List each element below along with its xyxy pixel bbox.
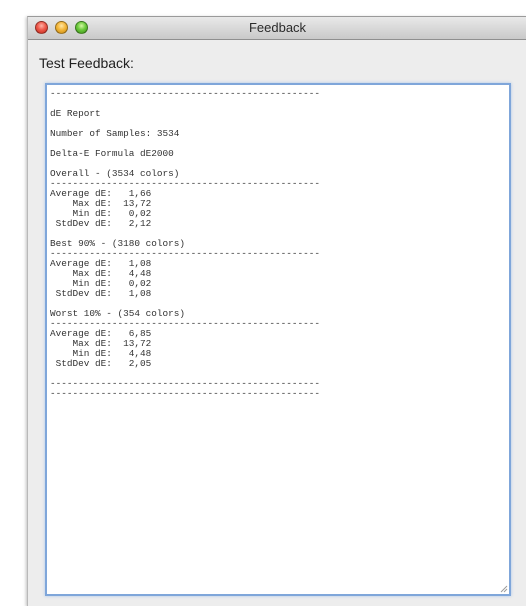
resize-grip-icon[interactable] (498, 583, 508, 593)
window-title: Feedback (248, 20, 307, 35)
report-text[interactable]: ----------------------------------------… (47, 85, 509, 399)
feedback-text-area[interactable]: ----------------------------------------… (45, 83, 511, 596)
title-bar[interactable]: Feedback (28, 17, 526, 40)
feedback-window: Feedback Test Feedback: ----------------… (27, 16, 526, 606)
test-feedback-label: Test Feedback: (39, 55, 134, 71)
